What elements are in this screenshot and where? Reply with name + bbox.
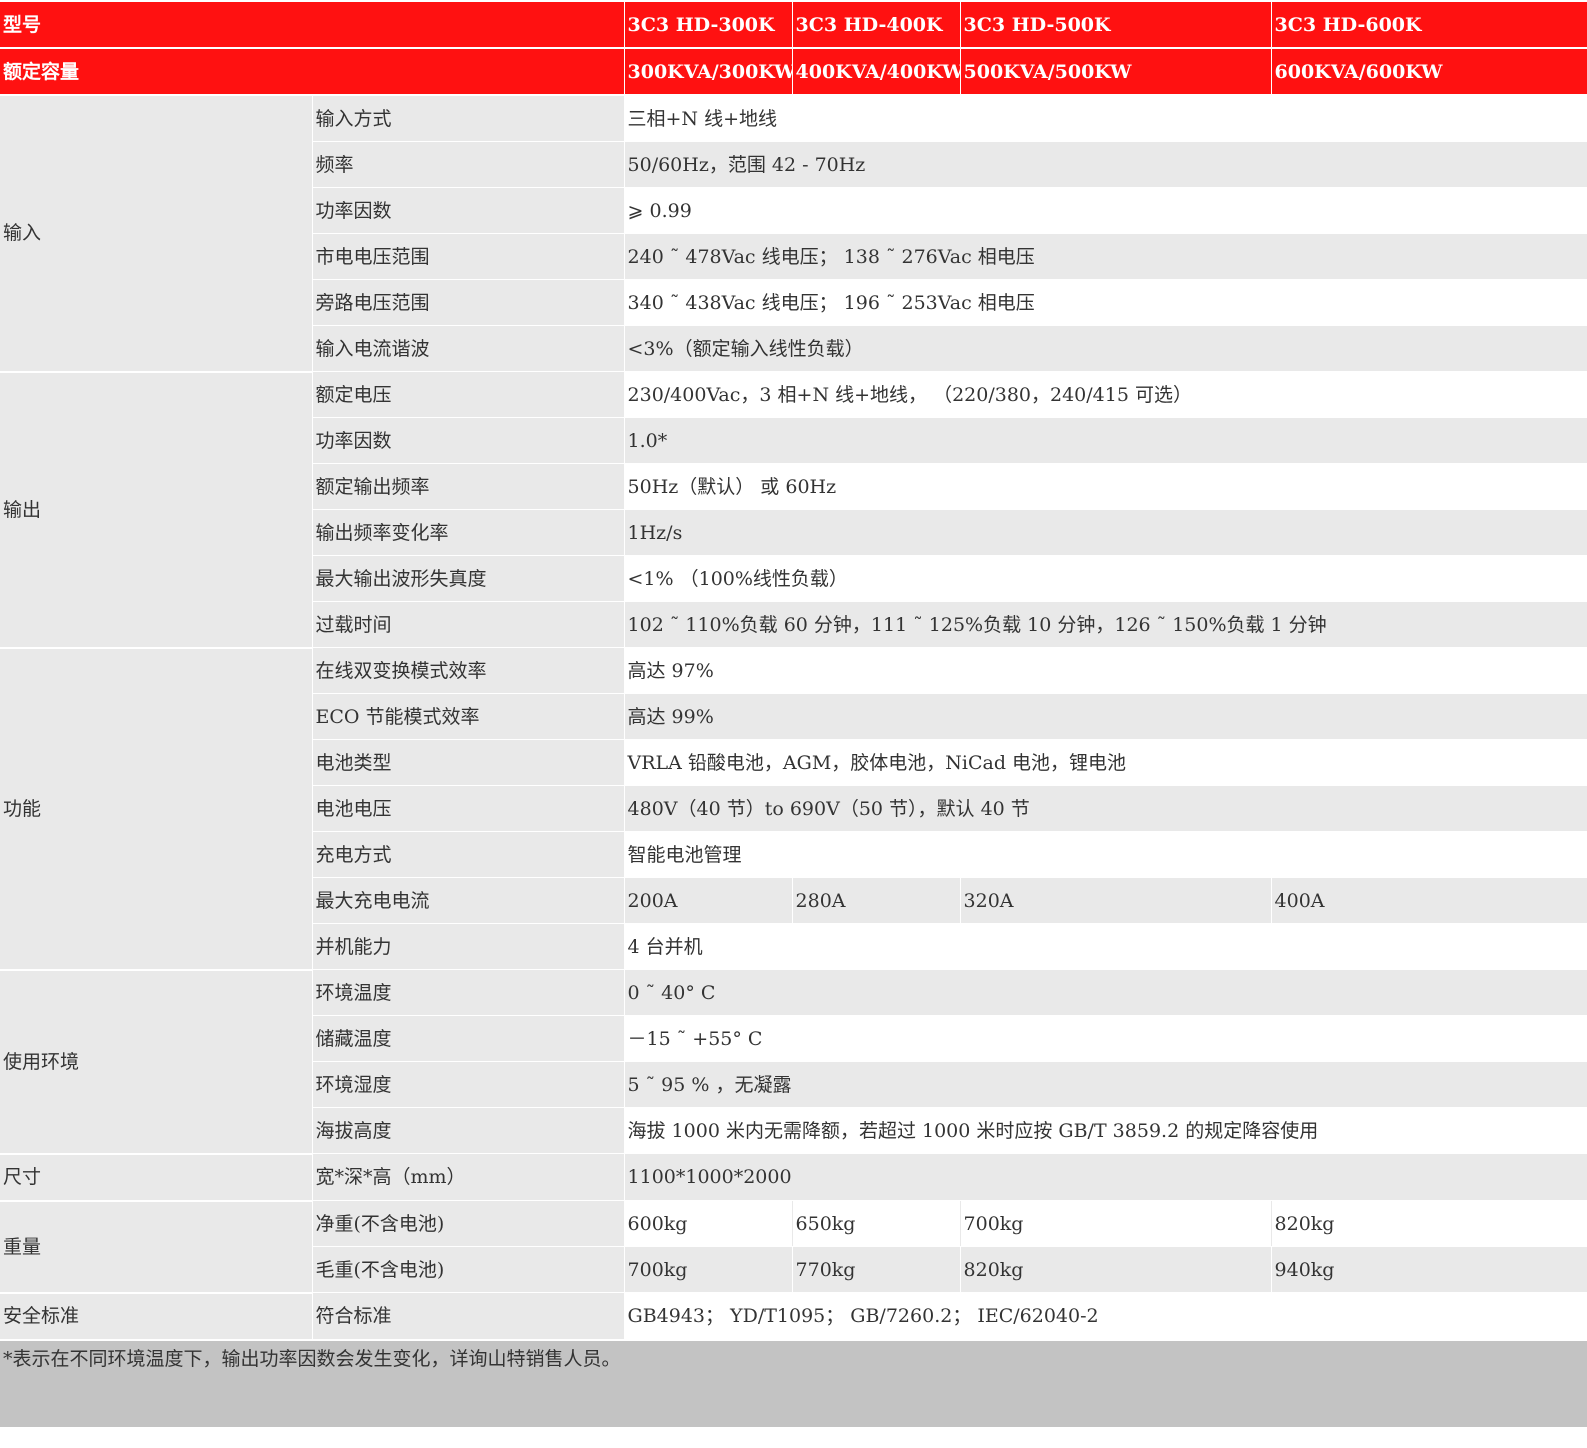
param-value-300k: 700kg — [624, 1246, 793, 1293]
param-value: <1% （100%线性负载） — [624, 555, 1587, 602]
param-label: 宽*深*高（mm） — [312, 1153, 625, 1201]
param-label: 净重(不含电池) — [312, 1200, 625, 1247]
capacity-label: 额定容量 — [0, 48, 625, 96]
param-value-600k: 940kg — [1271, 1246, 1587, 1293]
param-label: 储藏温度 — [312, 1015, 625, 1062]
category-input: 输入 — [0, 95, 313, 373]
param-value-500k: 820kg — [960, 1246, 1272, 1293]
param-value: 4 台并机 — [624, 923, 1587, 970]
category-size: 尺寸 — [0, 1153, 313, 1202]
capacity-600k: 600KVA/600KW — [1271, 48, 1587, 96]
param-label: 额定输出频率 — [312, 463, 625, 510]
param-value: GB4943； YD/T1095； GB/7260.2； IEC/62040-2 — [624, 1292, 1587, 1340]
param-value: 5 ˜ 95 % ，无凝露 — [624, 1061, 1587, 1108]
model-300k: 3C3 HD-300K — [624, 2, 793, 49]
capacity-400k: 400KVA/400KW — [792, 48, 961, 96]
param-value-600k: 400A — [1271, 877, 1587, 924]
table-row: 输入 输入方式 三相+N 线+地线 — [0, 95, 1587, 373]
param-label: 海拔高度 — [312, 1107, 625, 1154]
param-label: 符合标准 — [312, 1292, 625, 1340]
param-label: 功率因数 — [312, 417, 625, 464]
param-label: 输入方式 — [312, 95, 625, 142]
category-safety: 安全标准 — [0, 1292, 313, 1341]
param-value: 50/60Hz，范围 42 - 70Hz — [624, 141, 1587, 188]
param-value: <3%（额定输入线性负载） — [624, 325, 1587, 372]
param-value: 340 ˜ 438Vac 线电压； 196 ˜ 253Vac 相电压 — [624, 279, 1587, 326]
model-500k: 3C3 HD-500K — [960, 2, 1272, 49]
spec-table: 型号 3C3 HD-300K 3C3 HD-400K 3C3 HD-500K 3… — [0, 2, 1587, 1427]
param-label: 市电电压范围 — [312, 233, 625, 280]
param-value-500k: 320A — [960, 877, 1272, 924]
param-label: 输出频率变化率 — [312, 509, 625, 556]
param-label: 输入电流谐波 — [312, 325, 625, 372]
model-600k: 3C3 HD-600K — [1271, 2, 1587, 49]
param-label: 充电方式 — [312, 831, 625, 878]
param-label: 额定电压 — [312, 371, 625, 418]
param-label: 电池类型 — [312, 739, 625, 786]
param-value: 0 ˜ 40° C — [624, 969, 1587, 1016]
param-value: 230/400Vac，3 相+N 线+地线， （220/380，240/415 … — [624, 371, 1587, 418]
capacity-300k: 300KVA/300KW — [624, 48, 793, 96]
param-value: 高达 99% — [624, 693, 1587, 740]
category-weight: 重量 — [0, 1200, 313, 1294]
param-value: 1Hz/s — [624, 509, 1587, 556]
param-label: 并机能力 — [312, 923, 625, 970]
param-value: 240 ˜ 478Vac 线电压； 138 ˜ 276Vac 相电压 — [624, 233, 1587, 280]
param-value-500k: 700kg — [960, 1200, 1272, 1247]
param-value: ⩾ 0.99 — [624, 187, 1587, 234]
param-value: 50Hz（默认） 或 60Hz — [624, 463, 1587, 510]
category-function: 功能 — [0, 647, 313, 971]
model-400k: 3C3 HD-400K — [792, 2, 961, 49]
param-label: 旁路电压范围 — [312, 279, 625, 326]
category-output: 输出 — [0, 371, 313, 649]
param-label: 环境湿度 — [312, 1061, 625, 1108]
param-value: 480V（40 节）to 690V（50 节），默认 40 节 — [624, 785, 1587, 832]
param-value: 102 ˜ 110%负载 60 分钟，111 ˜ 125%负载 10 分钟，12… — [624, 601, 1587, 648]
param-value-400k: 650kg — [792, 1200, 961, 1247]
table-row: 重量 净重(不含电池) 600kg 650kg 700kg 820kg — [0, 1200, 1587, 1294]
param-label: 最大输出波形失真度 — [312, 555, 625, 602]
param-label: 在线双变换模式效率 — [312, 647, 625, 694]
param-value-300k: 200A — [624, 877, 793, 924]
param-value-300k: 600kg — [624, 1200, 793, 1247]
param-value-400k: 280A — [792, 877, 961, 924]
param-value: 智能电池管理 — [624, 831, 1587, 878]
capacity-500k: 500KVA/500KW — [960, 48, 1272, 96]
model-label: 型号 — [0, 2, 625, 49]
param-value: VRLA 铅酸电池，AGM，胶体电池，NiCad 电池，锂电池 — [624, 739, 1587, 786]
param-value-600k: 820kg — [1271, 1200, 1587, 1247]
table-row: 功能 在线双变换模式效率 高达 97% — [0, 647, 1587, 971]
param-label: ECO 节能模式效率 — [312, 693, 625, 740]
param-label: 最大充电电流 — [312, 877, 625, 924]
param-label: 频率 — [312, 141, 625, 188]
footnote-row: *表示在不同环境温度下，输出功率因数会发生变化，详询山特销售人员。 — [0, 1339, 1587, 1427]
param-label: 环境温度 — [312, 969, 625, 1016]
param-label: 功率因数 — [312, 187, 625, 234]
table-row: 尺寸 宽*深*高（mm） 1100*1000*2000 — [0, 1153, 1587, 1202]
param-label: 毛重(不含电池) — [312, 1246, 625, 1293]
table-row: 使用环境 环境温度 0 ˜ 40° C — [0, 969, 1587, 1155]
param-label: 电池电压 — [312, 785, 625, 832]
param-value: 海拔 1000 米内无需降额，若超过 1000 米时应按 GB/T 3859.2… — [624, 1107, 1587, 1154]
param-value: 三相+N 线+地线 — [624, 95, 1587, 142]
param-label: 过载时间 — [312, 601, 625, 648]
model-row: 型号 3C3 HD-300K 3C3 HD-400K 3C3 HD-500K 3… — [0, 2, 1587, 49]
param-value: 1100*1000*2000 — [624, 1153, 1587, 1201]
param-value: 1.0* — [624, 417, 1587, 464]
param-value: 高达 97% — [624, 647, 1587, 694]
category-environment: 使用环境 — [0, 969, 313, 1155]
param-value-400k: 770kg — [792, 1246, 961, 1293]
param-value: －15 ˜ +55° C — [624, 1015, 1587, 1062]
capacity-row: 额定容量 300KVA/300KW 400KVA/400KW 500KVA/50… — [0, 48, 1587, 96]
footnote: *表示在不同环境温度下，输出功率因数会发生变化，详询山特销售人员。 — [0, 1339, 1587, 1427]
table-row: 安全标准 符合标准 GB4943； YD/T1095； GB/7260.2； I… — [0, 1292, 1587, 1341]
table-row: 输出 额定电压 230/400Vac，3 相+N 线+地线， （220/380，… — [0, 371, 1587, 649]
